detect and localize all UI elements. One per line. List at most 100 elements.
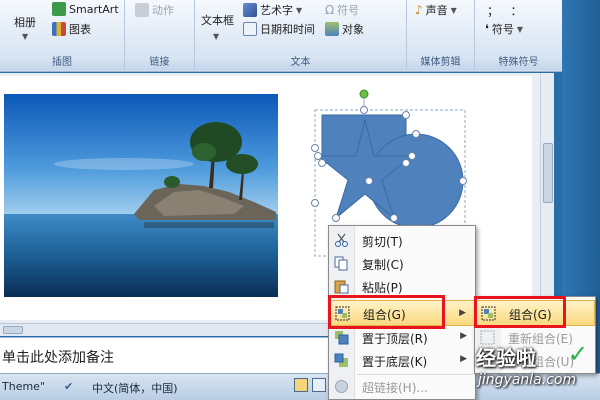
action-label: 动作 [152, 4, 174, 17]
shape-circle[interactable] [368, 133, 464, 229]
wordart-label: 艺术字 [260, 4, 293, 17]
island-photo[interactable] [4, 94, 278, 297]
ribbon-group-links: 动作 链接 [125, 0, 195, 72]
annotation-box-submenu-group [474, 296, 566, 328]
punctuation-icon: ； ： [487, 4, 523, 18]
watermark-check-icon: ✓ [568, 340, 589, 368]
resize-handle-icon[interactable] [408, 152, 416, 160]
group-label-media: 媒体剪辑 [407, 56, 474, 70]
special-symbol-icon: ❛ [485, 22, 489, 36]
group-label-links: 链接 [125, 56, 194, 70]
copy-icon [334, 256, 348, 271]
resize-handle-icon[interactable] [311, 144, 319, 152]
wordart-dropdown-icon: ▼ [296, 5, 303, 15]
submenu-arrow-icon: ▶ [459, 308, 466, 318]
ribbon-group-illustrations: 相册 ▼ SmartArt 图表 插图 [0, 0, 125, 72]
resize-handle-icon[interactable] [390, 214, 398, 222]
photo-album-button[interactable]: 相册 [14, 14, 36, 30]
slide-sorter-icon[interactable] [312, 378, 326, 392]
watermark-title: 经验啦 [476, 346, 536, 370]
spellcheck-icon[interactable]: ✔ [64, 380, 73, 393]
action-button[interactable]: 动作 [135, 2, 174, 18]
chart-icon [52, 22, 66, 36]
scissors-icon [335, 233, 348, 247]
menu-item-copy[interactable]: 复制(C) [329, 252, 475, 275]
status-theme: Theme" [2, 380, 46, 393]
ribbon: 相册 ▼ SmartArt 图表 插图 动作 链接 文本框 ▼ 艺术字 ▼ 日期… [0, 0, 562, 72]
object-label: 对象 [342, 23, 364, 36]
submenu-arrow-icon: ▶ [460, 354, 467, 364]
menu-item-cut-label: 剪切(T) [362, 235, 403, 249]
group-label-text: 文本 [195, 56, 406, 70]
island-photo-art [4, 94, 278, 297]
textbox-label: 文本框 [201, 14, 234, 27]
submenu-arrow-icon: ▶ [460, 331, 467, 341]
resize-handle-icon[interactable] [318, 159, 326, 167]
datetime-label: 日期和时间 [260, 23, 315, 36]
group-label-illustrations: 插图 [0, 56, 124, 70]
menu-item-bring-to-front[interactable]: 置于顶层(R) ▶ [329, 326, 475, 349]
resize-handle-icon[interactable] [314, 152, 322, 160]
object-icon [325, 22, 339, 36]
sound-label: 声音 [425, 4, 448, 17]
ribbon-group-special-symbols: ； ： ❛ 符号 ▼ 特殊符号 [475, 0, 562, 72]
menu-item-bring-to-front-label: 置于顶层(R) [362, 332, 428, 346]
ribbon-group-text: 文本框 ▼ 艺术字 ▼ 日期和时间 Ω 符号 对象 文本 [195, 0, 407, 72]
watermark: 经验啦 ✓ jingyanla.com [476, 340, 598, 398]
sound-dropdown-icon: ▼ [450, 5, 457, 15]
annotation-box-group [328, 295, 445, 329]
hyperlink-icon [335, 380, 348, 393]
status-language[interactable]: 中文(简体，中国) [92, 380, 178, 396]
normal-view-icon[interactable] [294, 378, 308, 392]
paste-icon [334, 280, 349, 294]
resize-handle-icon[interactable] [459, 177, 467, 185]
textbox-button[interactable]: 文本框 [201, 12, 234, 28]
sound-button[interactable]: ♪ 声音 ▼ [415, 2, 457, 18]
special-symbol-button[interactable]: ❛ 符号 ▼ [485, 21, 523, 37]
watermark-url: jingyanla.com [478, 372, 577, 388]
textbox-dropdown-icon[interactable]: ▼ [213, 32, 219, 41]
speaker-icon: ♪ [415, 3, 423, 17]
smartart-icon [52, 2, 66, 16]
symbol-button[interactable]: Ω 符号 [325, 2, 359, 18]
datetime-button[interactable]: 日期和时间 [243, 21, 315, 37]
send-to-back-icon [334, 353, 348, 367]
vertical-scroll-thumb[interactable] [543, 143, 553, 203]
bring-to-front-icon [335, 331, 349, 345]
ribbon-group-media: ♪ 声音 ▼ 媒体剪辑 [407, 0, 475, 72]
vertical-scrollbar[interactable] [540, 73, 554, 323]
resize-handle-icon[interactable] [412, 130, 420, 138]
menu-item-paste-label: 粘贴(P) [362, 281, 403, 295]
rotate-handle-icon[interactable] [359, 89, 369, 99]
group-label-special-symbols: 特殊符号 [475, 56, 562, 70]
menu-item-hyperlink-label: 超链接(H)... [362, 381, 428, 395]
smartart-label: SmartArt [69, 2, 119, 16]
photo-album-dropdown-icon[interactable]: ▼ [22, 32, 28, 41]
resize-handle-icon[interactable] [360, 106, 368, 114]
menu-item-hyperlink[interactable]: 超链接(H)... [329, 375, 475, 398]
resize-handle-icon[interactable] [332, 214, 340, 222]
resize-handle-icon[interactable] [402, 159, 410, 167]
object-button[interactable]: 对象 [325, 21, 364, 37]
omega-icon: Ω [325, 3, 335, 17]
punctuation-button[interactable]: ； ： [487, 2, 522, 19]
wordart-icon [243, 3, 257, 17]
resize-handle-icon[interactable] [365, 177, 373, 185]
symbol-label: 符号 [337, 4, 360, 17]
chart-button[interactable]: 图表 [52, 21, 91, 37]
menu-item-copy-label: 复制(C) [362, 258, 404, 272]
wordart-button[interactable]: 艺术字 ▼ [243, 2, 302, 18]
special-symbol-dropdown-icon: ▼ [516, 24, 524, 34]
resize-handle-icon[interactable] [402, 111, 410, 119]
notes-placeholder: 单击此处添加备注 [2, 350, 114, 366]
calendar-icon [243, 22, 257, 36]
menu-item-send-to-back-label: 置于底层(K) [362, 355, 428, 369]
menu-item-cut[interactable]: 剪切(T) [329, 229, 475, 252]
chart-label: 图表 [69, 23, 91, 36]
horizontal-scroll-thumb[interactable] [3, 326, 23, 334]
resize-handle-icon[interactable] [311, 199, 319, 207]
action-icon [135, 3, 149, 17]
smartart-button[interactable]: SmartArt [52, 2, 119, 16]
special-symbol-label: 符号 [491, 23, 514, 36]
menu-item-send-to-back[interactable]: 置于底层(K) ▶ [329, 349, 475, 372]
